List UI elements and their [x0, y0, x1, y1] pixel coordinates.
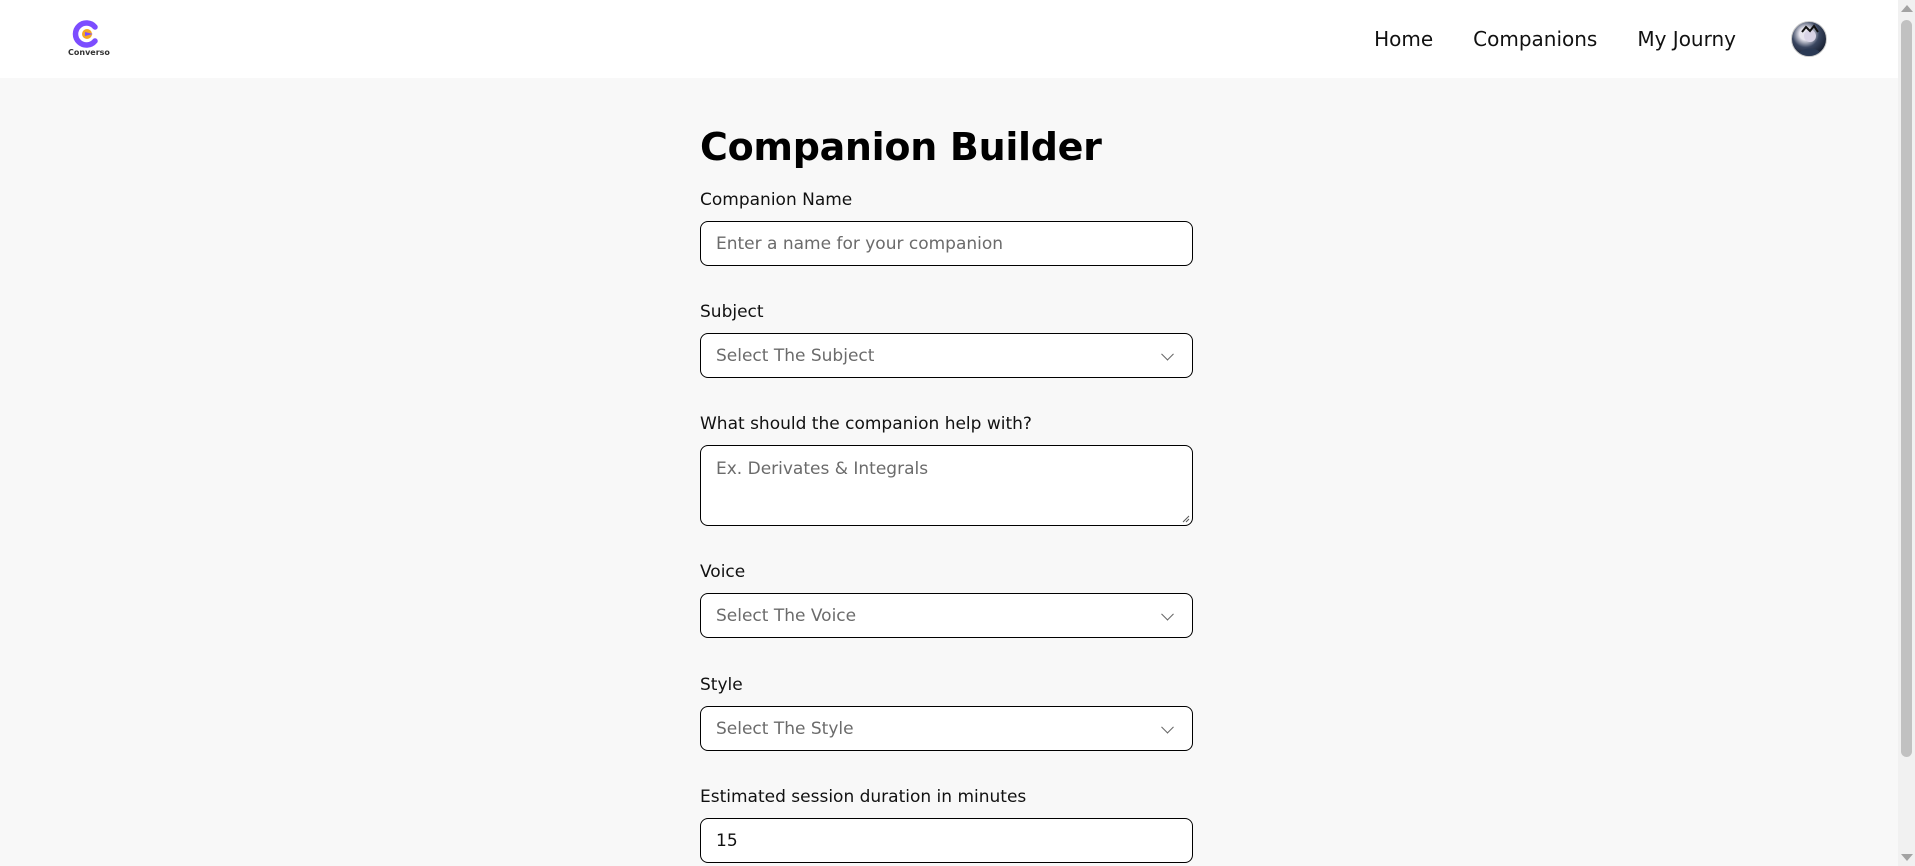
avatar-image: [1798, 24, 1822, 56]
subject-select-value: Select The Subject: [716, 345, 875, 366]
vertical-scrollbar[interactable]: [1898, 0, 1915, 866]
companion-name-field: Companion Name Enter a name for your com…: [700, 190, 1193, 266]
subject-field: Subject Select The Subject: [700, 302, 1193, 378]
voice-select[interactable]: Select The Voice: [700, 593, 1193, 638]
nav-my-journy-link[interactable]: My Journy: [1637, 27, 1736, 51]
scroll-up-arrow-icon[interactable]: [1901, 5, 1913, 12]
companion-name-label: Companion Name: [700, 190, 853, 210]
companion-name-input[interactable]: Enter a name for your companion: [700, 221, 1193, 266]
topic-label: What should the companion help with?: [700, 414, 1032, 434]
style-select[interactable]: Select The Style: [700, 706, 1193, 751]
duration-label: Estimated session duration in minutes: [700, 787, 1027, 807]
style-field: Style Select The Style: [700, 675, 1193, 751]
chevron-down-icon: [1161, 607, 1174, 621]
voice-field: Voice Select The Voice: [700, 562, 1193, 638]
logo-text: Converso: [68, 48, 110, 57]
voice-label: Voice: [700, 562, 746, 582]
duration-field: Estimated session duration in minutes 15: [700, 787, 1193, 863]
style-label: Style: [700, 675, 743, 695]
user-avatar-icon[interactable]: [1791, 21, 1827, 57]
resize-handle-icon[interactable]: [1182, 515, 1190, 523]
logo-icon: [72, 20, 98, 48]
style-select-value: Select The Style: [716, 718, 854, 739]
chevron-down-icon: [1161, 720, 1174, 734]
converso-logo[interactable]: Converso: [68, 18, 110, 60]
navbar: Converso Home Companions My Journy: [0, 0, 1898, 78]
topic-textarea-placeholder: Ex. Derivates & Integrals: [716, 459, 929, 479]
chevron-down-icon: [1161, 347, 1174, 361]
nav-companions-link[interactable]: Companions: [1473, 27, 1597, 51]
scrollbar-thumb[interactable]: [1901, 20, 1912, 757]
topic-field: What should the companion help with? Ex.…: [700, 414, 1193, 526]
topic-textarea[interactable]: Ex. Derivates & Integrals: [700, 445, 1193, 526]
subject-select[interactable]: Select The Subject: [700, 333, 1193, 378]
companion-builder-form: Companion Builder Companion Name Enter a…: [700, 78, 1193, 863]
nav-home-link[interactable]: Home: [1374, 27, 1433, 51]
nav-links: Home Companions My Journy: [1374, 0, 1736, 78]
subject-label: Subject: [700, 302, 764, 322]
duration-input[interactable]: 15: [700, 818, 1193, 863]
page-title: Companion Builder: [700, 125, 1102, 169]
voice-select-value: Select The Voice: [716, 605, 857, 626]
scroll-down-arrow-icon[interactable]: [1901, 854, 1913, 861]
